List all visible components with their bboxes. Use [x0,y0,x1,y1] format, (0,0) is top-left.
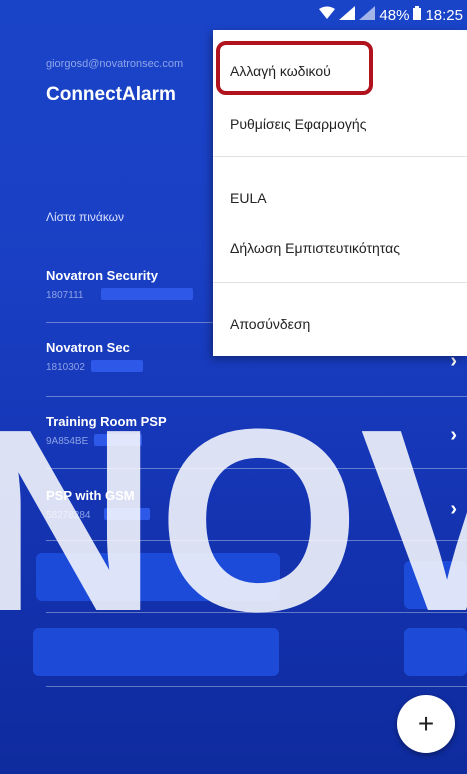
overflow-menu: Αλλαγή κωδικού Ρυθμίσεις Εφαρμογής EULA … [213,30,467,356]
menu-item-app-settings[interactable]: Ρυθμίσεις Εφαρμογής [230,116,366,132]
menu-item-change-password[interactable]: Αλλαγή κωδικού [230,63,331,79]
menu-item-privacy-statement[interactable]: Δήλωση Εμπιστευτικότητας [230,240,400,256]
menu-item-eula[interactable]: EULA [230,190,267,206]
menu-divider [213,156,467,157]
menu-item-logout[interactable]: Αποσύνδεση [230,316,310,332]
watermark-text: NOVATRON SECURITY [0,376,467,666]
app-screen: 48% 18:25 giorgosd@novatronsec.com Conne… [0,0,467,774]
add-panel-button[interactable]: + [397,695,455,753]
menu-divider [213,282,467,283]
